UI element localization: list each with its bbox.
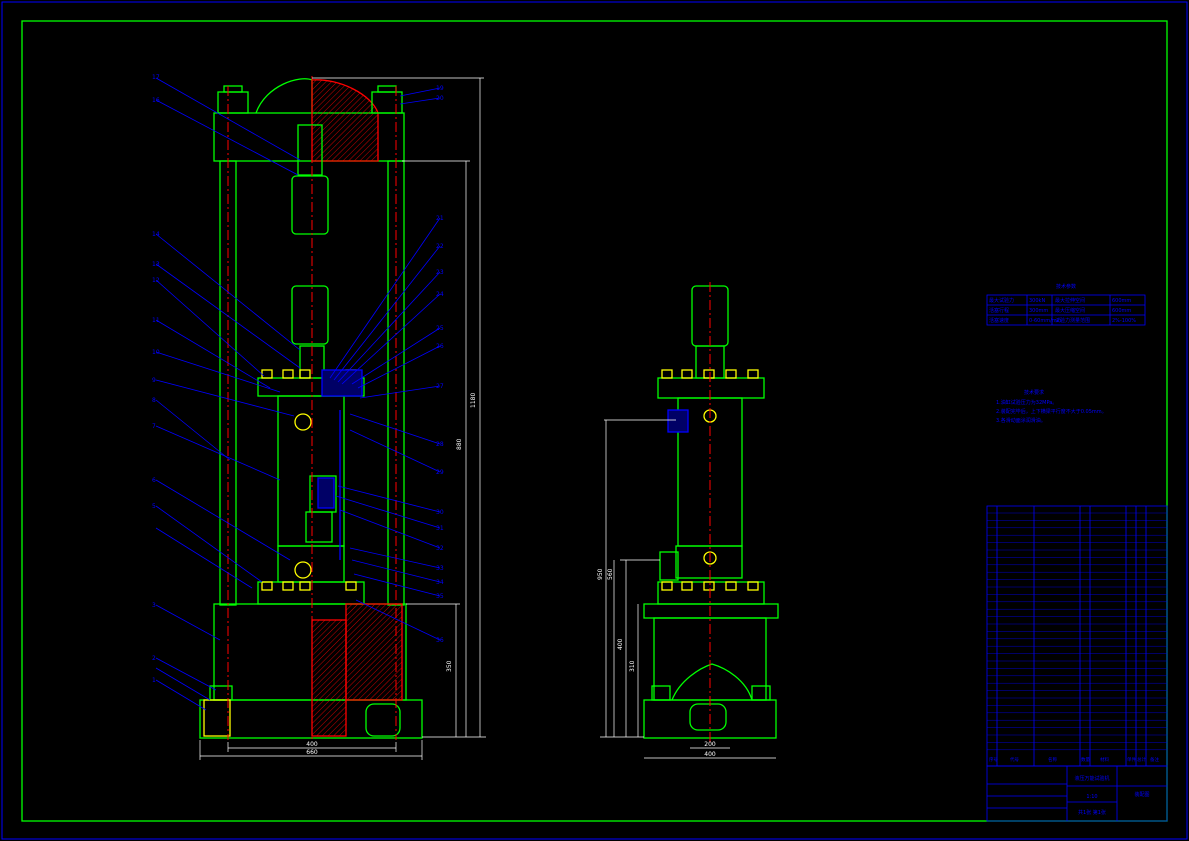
balloon-11: 11 bbox=[152, 317, 160, 324]
spec-r2-c4: 600mm bbox=[1112, 308, 1131, 314]
balloon-10: 10 bbox=[152, 349, 160, 356]
balloon-17: 17 bbox=[152, 74, 160, 81]
balloon-31: 31 bbox=[436, 525, 444, 532]
specs-table-title: 技术参数 bbox=[1056, 283, 1076, 290]
spec-r2-c1: 活塞行程 bbox=[989, 307, 1009, 314]
balloon-13: 13 bbox=[152, 261, 160, 268]
side-dim-low: 310 bbox=[629, 660, 636, 672]
spec-r1-c1: 最大试验力 bbox=[989, 297, 1014, 304]
balloon-23: 23 bbox=[436, 269, 444, 276]
scale-text: 1:10 bbox=[1086, 794, 1097, 800]
balloon-21: 21 bbox=[436, 215, 444, 222]
balloon-7: 7 bbox=[152, 423, 156, 430]
balloon-32: 32 bbox=[436, 545, 444, 552]
balloon-27: 27 bbox=[436, 383, 444, 390]
svg-text:数量: 数量 bbox=[1081, 756, 1090, 763]
sheet-info: 共1张 第1张 bbox=[1078, 809, 1106, 816]
spec-r3-c1: 活塞速度 bbox=[989, 317, 1009, 324]
assembly-label: 装配图 bbox=[1134, 791, 1149, 798]
svg-text:单件: 单件 bbox=[1127, 756, 1136, 763]
balloon-3: 3 bbox=[152, 602, 156, 609]
side-dim-upper: 560 bbox=[607, 568, 614, 580]
balloon-33: 33 bbox=[436, 565, 444, 572]
spec-r1-c2: 300kN bbox=[1029, 298, 1045, 304]
svg-text:序号: 序号 bbox=[989, 756, 998, 763]
balloon-34: 34 bbox=[436, 579, 444, 586]
balloon-6: 6 bbox=[152, 477, 156, 484]
balloon-14: 14 bbox=[152, 231, 160, 238]
balloon-22: 22 bbox=[436, 243, 444, 250]
balloon-20: 20 bbox=[436, 95, 444, 102]
side-dim-base-width: 400 bbox=[704, 751, 716, 758]
tech-notes-title: 技术要求 bbox=[1024, 389, 1044, 396]
side-dim-mid: 400 bbox=[617, 638, 624, 650]
dim-inner-width: 400 bbox=[306, 741, 318, 748]
balloon-9: 9 bbox=[152, 377, 156, 384]
balloon-2: 2 bbox=[152, 655, 156, 662]
spec-r1-c3: 最大拉伸空间 bbox=[1055, 297, 1085, 304]
spec-r1-c4: 600mm bbox=[1112, 298, 1131, 304]
balloon-19: 19 bbox=[436, 85, 444, 92]
svg-text:总计: 总计 bbox=[1137, 756, 1146, 763]
svg-text:代号: 代号 bbox=[1010, 756, 1019, 763]
spec-r2-c3: 最大压缩空间 bbox=[1055, 307, 1085, 314]
side-dim-inner-width: 200 bbox=[704, 741, 716, 748]
balloon-1: 1 bbox=[152, 677, 156, 684]
spec-r3-c4: 2%-100% bbox=[1112, 318, 1136, 324]
dim-overall-height: 1180 bbox=[470, 393, 477, 408]
svg-text:材料: 材料 bbox=[1100, 756, 1109, 763]
dim-base-width: 660 bbox=[306, 749, 318, 756]
balloon-29: 29 bbox=[436, 469, 444, 476]
dim-mid-height: 880 bbox=[456, 438, 463, 450]
balloon-24: 24 bbox=[436, 291, 444, 298]
balloon-36: 36 bbox=[436, 637, 444, 644]
side-dim-total: 950 bbox=[597, 568, 604, 580]
balloon-8: 8 bbox=[152, 397, 156, 404]
tech-note-1: 1.油缸试验压力为32MPa。 bbox=[996, 399, 1057, 406]
svg-text:备注: 备注 bbox=[1150, 756, 1159, 763]
tech-note-3: 3.各滑动面涂润滑油。 bbox=[996, 417, 1046, 424]
balloon-5: 5 bbox=[152, 503, 156, 510]
balloon-26: 26 bbox=[436, 343, 444, 350]
spec-r3-c3: 试验力测量范围 bbox=[1055, 317, 1090, 324]
cad-drawing-sheet: 17 16 14 13 12 11 10 9 8 7 6 5 3 2 1 19 … bbox=[0, 0, 1189, 841]
spec-r2-c2: 300mm bbox=[1029, 308, 1048, 314]
svg-text:名称: 名称 bbox=[1048, 756, 1057, 763]
tech-note-2: 2.装配完毕后，上下横梁平行度不大于0.05mm。 bbox=[996, 408, 1107, 415]
balloon-35: 35 bbox=[436, 593, 444, 600]
balloon-25: 25 bbox=[436, 325, 444, 332]
balloon-16: 16 bbox=[152, 97, 160, 104]
drawing-title: 液压万能试验机 bbox=[1074, 775, 1109, 782]
balloon-30: 30 bbox=[436, 509, 444, 516]
balloon-28: 28 bbox=[436, 441, 444, 448]
dim-base-height: 350 bbox=[446, 660, 453, 672]
balloon-12: 12 bbox=[152, 277, 160, 284]
